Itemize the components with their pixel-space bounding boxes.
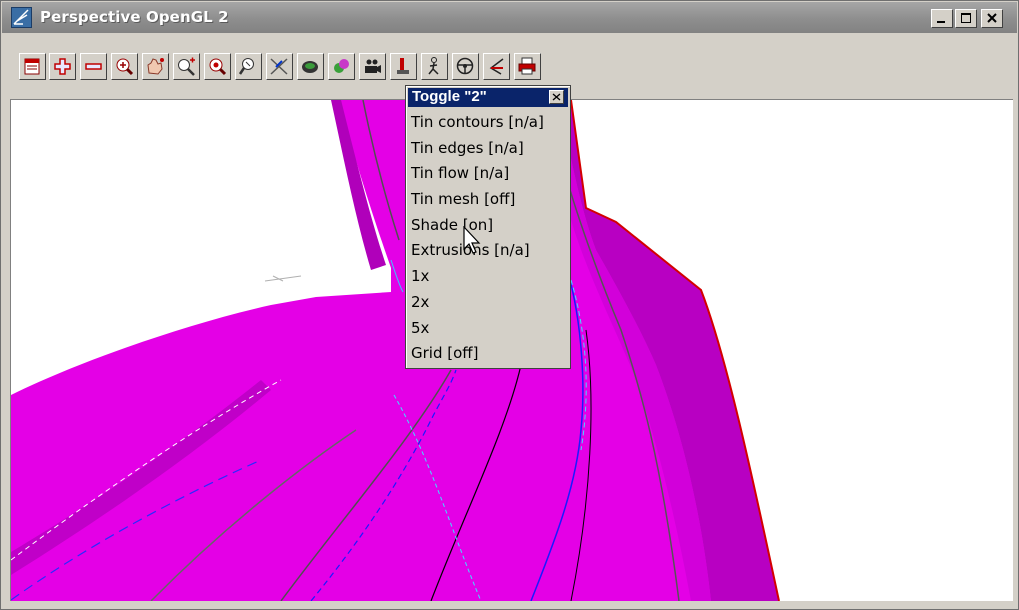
close-icon: [552, 93, 561, 101]
remove-button[interactable]: [80, 53, 107, 80]
minimize-button[interactable]: [931, 9, 953, 28]
print-button[interactable]: [514, 53, 541, 80]
zoom-in-button[interactable]: [173, 53, 200, 80]
maximize-icon: [961, 13, 971, 23]
menu-item-shade[interactable]: Shade [on]: [411, 213, 569, 239]
zoom-in-icon: [178, 57, 195, 76]
menu-item-grid[interactable]: Grid [off]: [411, 341, 569, 367]
menu-item-5x[interactable]: 5x: [411, 316, 569, 342]
orbit-icon: [302, 61, 318, 73]
plus-icon: [54, 58, 71, 75]
menu-item-2x[interactable]: 2x: [411, 290, 569, 316]
minimize-icon: [937, 21, 945, 23]
orbit-button[interactable]: [297, 53, 324, 80]
minus-icon: [85, 63, 102, 70]
zoom-center-button[interactable]: [204, 53, 231, 80]
menu-item-tin-contours[interactable]: Tin contours [n/a]: [411, 110, 569, 136]
app-window: Perspective OpenGL 2 Toggle "2" Tin cont…: [0, 0, 1019, 610]
walk-icon: [428, 57, 439, 75]
pan-button[interactable]: [142, 53, 169, 80]
menu-item-extrusions[interactable]: Extrusions [n/a]: [411, 238, 569, 264]
mouse-cursor-icon: [463, 226, 481, 254]
steering-wheel-icon: [456, 57, 474, 75]
menu-item-tin-edges[interactable]: Tin edges [n/a]: [411, 136, 569, 162]
section-button[interactable]: [266, 53, 293, 80]
menu-item-tin-mesh[interactable]: Tin mesh [off]: [411, 187, 569, 213]
zoom-extent-icon: [116, 58, 134, 76]
zoom-center-icon: [209, 58, 227, 76]
section-icon: [270, 58, 288, 75]
toggle-icon: [397, 58, 409, 74]
walk-button[interactable]: [421, 53, 448, 80]
zoom-extent-button[interactable]: [111, 53, 138, 80]
colour-icon: [334, 59, 349, 73]
popup-title: Toggle "2": [412, 88, 487, 105]
maximize-button[interactable]: [955, 9, 977, 28]
popup-title-bar[interactable]: Toggle "2": [408, 88, 568, 107]
toggle-popup-menu: Toggle "2" Tin contours [n/a] Tin edges …: [405, 85, 571, 369]
zoom-out-button[interactable]: [235, 53, 262, 80]
window-title: Perspective OpenGL 2: [40, 8, 229, 26]
north-marker: [264, 275, 302, 282]
popup-close-button[interactable]: [549, 90, 564, 104]
menu-item-1x[interactable]: 1x: [411, 264, 569, 290]
toggle-button[interactable]: [390, 53, 417, 80]
toggle-panel-button[interactable]: [19, 53, 46, 80]
camera-icon: [365, 59, 381, 73]
close-button[interactable]: [981, 9, 1003, 28]
direction-button[interactable]: [483, 53, 510, 80]
camera-button[interactable]: [359, 53, 386, 80]
add-button[interactable]: [49, 53, 76, 80]
app-icon: [11, 7, 32, 28]
menu-item-tin-flow[interactable]: Tin flow [n/a]: [411, 161, 569, 187]
direction-icon: [489, 58, 504, 75]
title-bar[interactable]: Perspective OpenGL 2: [2, 2, 1017, 33]
popup-menu-list: Tin contours [n/a] Tin edges [n/a] Tin f…: [411, 110, 569, 367]
zoom-out-icon: [238, 58, 254, 75]
hand-icon: [147, 58, 164, 75]
printer-icon: [518, 57, 536, 75]
close-icon: [987, 13, 997, 23]
colour-button[interactable]: [328, 53, 355, 80]
panel-icon: [24, 58, 40, 75]
drive-button[interactable]: [452, 53, 479, 80]
